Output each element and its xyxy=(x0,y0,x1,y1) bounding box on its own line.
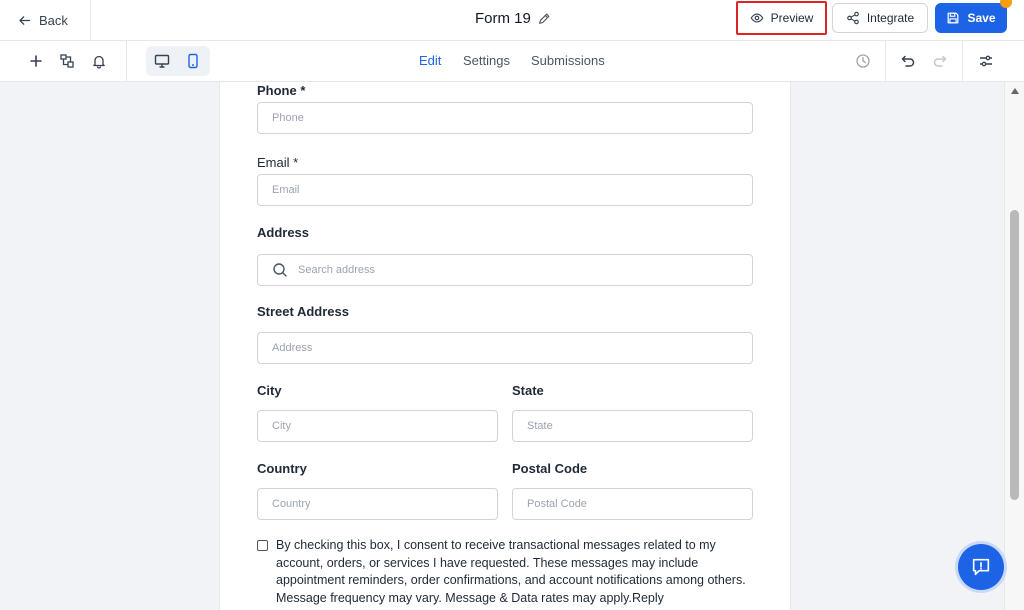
notification-dot xyxy=(1000,0,1012,8)
tab-settings[interactable]: Settings xyxy=(463,53,510,68)
tab-edit[interactable]: Edit xyxy=(419,53,441,68)
toolbar-divider xyxy=(126,41,127,82)
state-label: State xyxy=(512,383,544,398)
form-title[interactable]: Form 19 xyxy=(475,10,551,27)
preview-label: Preview xyxy=(770,11,814,25)
save-label: Save xyxy=(967,11,996,25)
top-bar: Back Form 19 Preview Integrate Save xyxy=(0,0,1024,41)
phone-field[interactable]: Phone xyxy=(257,102,753,134)
mobile-view-button[interactable] xyxy=(180,49,206,73)
chat-support-button[interactable] xyxy=(958,544,1004,590)
postal-code-label: Postal Code xyxy=(512,461,588,476)
history-icon[interactable] xyxy=(853,51,873,71)
layers-icon[interactable] xyxy=(57,51,77,71)
phone-placeholder: Phone xyxy=(272,112,304,124)
pencil-icon[interactable] xyxy=(537,12,551,26)
redo-icon[interactable] xyxy=(930,51,950,71)
preview-button[interactable]: Preview xyxy=(736,1,827,35)
toolbar-divider xyxy=(885,41,886,82)
street-address-label: Street Address xyxy=(257,304,349,319)
consent-checkbox[interactable] xyxy=(257,540,268,551)
postal-code-field[interactable]: Postal Code xyxy=(512,488,753,520)
integrate-label: Integrate xyxy=(866,11,915,25)
chat-bubble-icon xyxy=(972,558,990,576)
eye-icon xyxy=(750,13,763,23)
toolbar-divider xyxy=(962,41,963,82)
consent-row: By checking this box, I consent to recei… xyxy=(257,537,757,607)
tab-submissions[interactable]: Submissions xyxy=(531,53,605,68)
postal-placeholder: Postal Code xyxy=(527,498,587,510)
device-toggle xyxy=(146,46,210,76)
city-label: City xyxy=(257,383,282,398)
address-placeholder: Search address xyxy=(298,264,376,276)
city-placeholder: City xyxy=(272,420,291,432)
form-preview-card: Phone * Phone Email * Email Address Sear… xyxy=(219,82,791,610)
monitor-icon xyxy=(154,54,170,68)
country-placeholder: Country xyxy=(272,498,311,510)
address-label: Address xyxy=(257,225,310,240)
integrate-button[interactable]: Integrate xyxy=(832,3,928,33)
arrow-left-icon xyxy=(19,16,31,25)
floppy-disk-icon xyxy=(948,12,959,24)
share-nodes-icon xyxy=(846,11,859,25)
street-placeholder: Address xyxy=(272,342,313,354)
form-title-text: Form 19 xyxy=(475,10,531,27)
back-label: Back xyxy=(39,13,68,28)
email-field[interactable]: Email xyxy=(257,174,753,206)
consent-text: By checking this box, I consent to recei… xyxy=(276,538,746,605)
sliders-icon[interactable] xyxy=(976,51,996,71)
city-field[interactable]: City xyxy=(257,410,498,442)
add-element-icon[interactable] xyxy=(26,51,46,71)
scroll-up-arrow[interactable] xyxy=(1011,88,1019,94)
back-button[interactable]: Back xyxy=(0,0,91,41)
address-search-field[interactable]: Search address xyxy=(257,254,753,286)
save-button[interactable]: Save xyxy=(935,3,1007,33)
country-label: Country xyxy=(257,461,307,476)
phone-label: Phone * xyxy=(257,83,306,98)
state-field[interactable]: State xyxy=(512,410,753,442)
email-placeholder: Email xyxy=(272,184,300,196)
phone-icon xyxy=(188,53,198,69)
country-field[interactable]: Country xyxy=(257,488,498,520)
vertical-scrollbar[interactable] xyxy=(1004,82,1024,610)
undo-icon[interactable] xyxy=(898,51,918,71)
form-canvas: Phone * Phone Email * Email Address Sear… xyxy=(0,82,1004,610)
email-label: Email * xyxy=(257,155,299,170)
search-icon xyxy=(273,263,287,277)
desktop-view-button[interactable] xyxy=(149,49,175,73)
editor-toolbar: Edit Settings Submissions xyxy=(0,41,1024,82)
scrollbar-thumb[interactable] xyxy=(1010,210,1019,500)
state-placeholder: State xyxy=(527,420,553,432)
bell-icon[interactable] xyxy=(89,51,109,71)
street-address-field[interactable]: Address xyxy=(257,332,753,364)
